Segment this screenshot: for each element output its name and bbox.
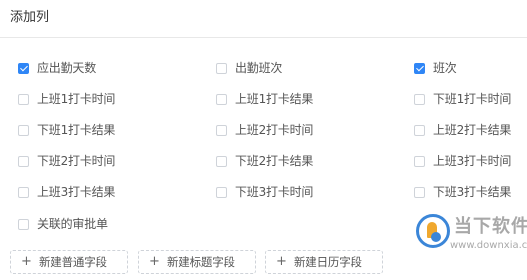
option-label: 上班1打卡结果 — [235, 92, 314, 106]
checkbox-icon[interactable] — [414, 186, 425, 198]
checkbox-icon[interactable] — [18, 155, 29, 167]
option-checkbox[interactable]: 下班3打卡结果 — [414, 182, 511, 202]
option-label: 下班1打卡结果 — [37, 123, 116, 137]
option-checkbox[interactable]: 上班3打卡结果 — [18, 182, 115, 202]
add-title-field-button[interactable]: + 新建标题字段 — [138, 250, 256, 274]
option-checkbox[interactable]: 应出勤天数 — [18, 58, 96, 78]
option-checkbox[interactable]: 上班2打卡结果 — [414, 120, 511, 140]
option-checkbox[interactable]: 上班1打卡结果 — [216, 89, 313, 109]
option-label: 班次 — [433, 61, 457, 75]
option-label: 应出勤天数 — [37, 61, 97, 75]
option-label: 下班3打卡时间 — [235, 185, 314, 199]
option-label: 上班2打卡结果 — [433, 123, 512, 137]
checkbox-icon[interactable] — [18, 218, 29, 230]
option-label: 上班2打卡时间 — [235, 123, 314, 137]
dialog-title: 添加列 — [10, 10, 50, 25]
checkbox-icon[interactable] — [216, 124, 227, 136]
option-checkbox[interactable]: 班次 — [414, 58, 457, 78]
checkbox-icon[interactable] — [216, 93, 227, 105]
checkbox-icon[interactable] — [414, 124, 425, 136]
option-label: 出勤班次 — [235, 61, 283, 75]
option-checkbox[interactable]: 下班2打卡时间 — [18, 151, 115, 171]
checkbox-icon[interactable] — [216, 186, 227, 198]
add-column-dialog: 添加列 应出勤天数 出勤班次 班次 上班1打卡时间 上班1打卡结果 下班1打卡时… — [0, 0, 527, 280]
option-label: 上班3打卡结果 — [37, 185, 116, 199]
checkbox-icon[interactable] — [216, 155, 227, 167]
option-label: 下班3打卡结果 — [433, 185, 512, 199]
option-checkbox[interactable]: 下班3打卡时间 — [216, 182, 313, 202]
plus-icon: + — [149, 254, 160, 269]
option-checkbox[interactable]: 下班1打卡结果 — [18, 120, 115, 140]
option-checkbox[interactable]: 上班2打卡时间 — [216, 120, 313, 140]
add-calendar-field-button[interactable]: + 新建日历字段 — [265, 250, 383, 274]
option-checkbox[interactable]: 关联的审批单 — [18, 214, 108, 234]
checkbox-checked-icon[interactable] — [414, 62, 425, 74]
option-checkbox[interactable]: 出勤班次 — [216, 58, 282, 78]
checkbox-icon[interactable] — [414, 93, 425, 105]
button-label: 新建标题字段 — [167, 255, 235, 269]
add-normal-field-button[interactable]: + 新建普通字段 — [10, 250, 128, 274]
option-checkbox[interactable]: 上班3打卡时间 — [414, 151, 511, 171]
option-label: 下班2打卡时间 — [37, 154, 116, 168]
plus-icon: + — [276, 254, 287, 269]
watermark-logo-icon — [416, 214, 450, 248]
option-checkbox[interactable]: 下班2打卡结果 — [216, 151, 313, 171]
checkbox-checked-icon[interactable] — [18, 62, 29, 74]
checkbox-icon[interactable] — [18, 124, 29, 136]
watermark-url: www.downxia.com — [450, 240, 527, 251]
button-label: 新建日历字段 — [294, 255, 362, 269]
option-label: 关联的审批单 — [37, 217, 108, 231]
watermark-brand: 当下软件园 — [454, 216, 527, 237]
checkbox-icon[interactable] — [216, 62, 227, 74]
dialog-header: 添加列 — [0, 0, 527, 38]
option-label: 上班1打卡时间 — [37, 92, 116, 106]
checkbox-icon[interactable] — [18, 186, 29, 198]
plus-icon: + — [21, 254, 32, 269]
button-label: 新建普通字段 — [39, 255, 107, 269]
checkbox-icon[interactable] — [18, 93, 29, 105]
option-label: 下班2打卡结果 — [235, 154, 314, 168]
option-label: 上班3打卡时间 — [433, 154, 512, 168]
checkbox-icon[interactable] — [414, 155, 425, 167]
option-checkbox[interactable]: 上班1打卡时间 — [18, 89, 115, 109]
option-label: 下班1打卡时间 — [433, 92, 512, 106]
site-watermark: 当下软件园 www.downxia.com — [416, 214, 527, 266]
option-checkbox[interactable]: 下班1打卡时间 — [414, 89, 511, 109]
